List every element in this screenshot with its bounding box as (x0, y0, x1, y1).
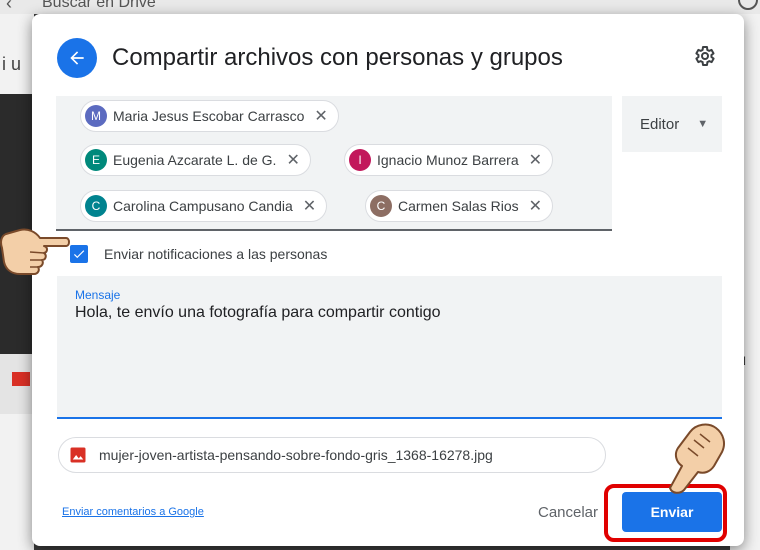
background-fragment: i u (2, 54, 22, 74)
image-icon (70, 447, 86, 463)
arrow-back-icon (70, 51, 84, 65)
cancel-button[interactable]: Cancelar (528, 492, 608, 532)
caret-down-icon: ▼ (697, 118, 709, 130)
notify-checkbox[interactable] (70, 245, 88, 263)
recipient-name: Carmen Salas Rios (398, 198, 519, 214)
settings-button[interactable] (692, 44, 718, 70)
drive-search-text: Buscar en Drive (42, 0, 156, 11)
close-icon[interactable]: ✕ (529, 196, 542, 216)
recipient-avatar: M (85, 105, 107, 127)
recipient-chip[interactable]: C Carmen Salas Rios ✕ (365, 190, 554, 222)
role-label: Editor (640, 115, 680, 133)
notify-row: Enviar notificaciones a las personas (70, 245, 327, 263)
recipient-avatar: E (85, 149, 107, 171)
close-icon[interactable]: ✕ (529, 150, 542, 170)
back-button[interactable] (57, 38, 97, 78)
close-icon[interactable]: ✕ (303, 196, 316, 216)
pointing-hand-icon (669, 423, 725, 494)
recipient-chip[interactable]: I Ignacio Munoz Barrera ✕ (344, 144, 554, 176)
settings-gear-icon (695, 46, 715, 66)
role-dropdown[interactable]: Editor ▼ (622, 96, 722, 152)
share-dialog: Compartir archivos con personas y grupos… (32, 14, 744, 546)
attachment-name: mujer-joven-artista-pensando-sobre-fondo… (99, 447, 493, 463)
recipient-name: Ignacio Munoz Barrera (377, 152, 519, 168)
drive-search-bar: ‹ Buscar en Drive (0, 0, 760, 14)
dialog-title: Compartir archivos con personas y grupos (112, 44, 563, 71)
message-field[interactable]: Mensaje Hola, te envío una fotografía pa… (57, 276, 722, 419)
recipient-avatar: C (370, 195, 392, 217)
message-text[interactable]: Hola, te envío una fotografía para compa… (75, 304, 441, 322)
feedback-link[interactable]: Enviar comentarios a Google (62, 506, 204, 518)
pointing-hand-icon (0, 228, 70, 275)
info-icon (738, 0, 758, 10)
message-label: Mensaje (75, 288, 121, 302)
recipient-chip[interactable]: M Maria Jesus Escobar Carrasco ✕ (80, 100, 339, 132)
close-icon[interactable]: ✕ (286, 150, 299, 170)
recipient-name: Carolina Campusano Candia (113, 198, 293, 214)
recipient-avatar: I (349, 149, 371, 171)
close-icon[interactable]: ✕ (314, 106, 327, 126)
check-icon (73, 250, 85, 259)
attachment-chip[interactable]: mujer-joven-artista-pensando-sobre-fondo… (58, 437, 606, 473)
recipients-field[interactable]: M Maria Jesus Escobar Carrasco ✕ E Eugen… (56, 96, 612, 231)
search-back-icon: ‹ (6, 0, 12, 13)
recipient-avatar: C (85, 195, 107, 217)
recipient-chip[interactable]: C Carolina Campusano Candia ✕ (80, 190, 328, 222)
recipient-chip[interactable]: E Eugenia Azcarate L. de G. ✕ (80, 144, 311, 176)
recipient-name: Eugenia Azcarate L. de G. (113, 152, 277, 168)
recipient-name: Maria Jesus Escobar Carrasco (113, 108, 305, 124)
background-file-icon (12, 372, 30, 386)
notify-label: Enviar notificaciones a las personas (104, 246, 328, 262)
